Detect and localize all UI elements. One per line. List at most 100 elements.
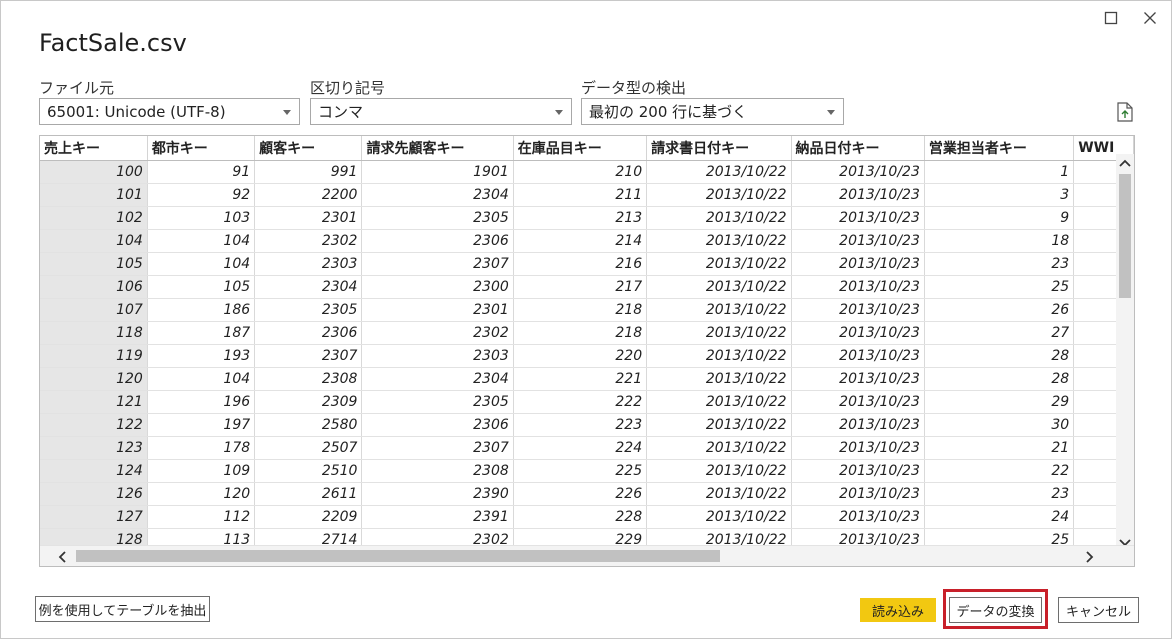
column-header[interactable]: 都市キー: [147, 136, 256, 161]
table-cell[interactable]: 2013/10/22: [646, 206, 792, 230]
table-cell[interactable]: 2301: [254, 206, 363, 230]
delimiter-select[interactable]: コンマ: [310, 98, 572, 125]
table-cell[interactable]: 228: [513, 505, 648, 529]
row-key-cell[interactable]: 120: [40, 367, 148, 391]
table-cell[interactable]: 211: [513, 183, 648, 207]
table-cell[interactable]: 2013/10/23: [791, 367, 925, 391]
table-cell[interactable]: 2304: [361, 367, 514, 391]
table-cell[interactable]: 216: [513, 252, 648, 276]
table-cell[interactable]: 2013/10/22: [646, 505, 792, 529]
table-cell[interactable]: 2013/10/22: [646, 413, 792, 437]
table-cell[interactable]: 28: [924, 344, 1075, 368]
table-cell[interactable]: 225: [513, 459, 648, 483]
table-cell[interactable]: 2391: [361, 505, 514, 529]
row-key-cell[interactable]: 126: [40, 482, 148, 506]
table-cell[interactable]: 213: [513, 206, 648, 230]
vertical-scrollbar[interactable]: [1116, 154, 1134, 550]
table-cell[interactable]: 104: [147, 229, 256, 253]
table-cell[interactable]: 2307: [254, 344, 363, 368]
row-key-cell[interactable]: 105: [40, 252, 148, 276]
table-cell[interactable]: 991: [254, 160, 363, 184]
table-cell[interactable]: 103: [147, 206, 256, 230]
table-cell[interactable]: 9: [924, 206, 1075, 230]
table-cell[interactable]: 3: [924, 183, 1075, 207]
column-header[interactable]: 在庫品目キー: [513, 136, 648, 161]
table-cell[interactable]: 217: [513, 275, 648, 299]
row-key-cell[interactable]: 118: [40, 321, 148, 345]
table-cell[interactable]: 2013/10/22: [646, 459, 792, 483]
table-cell[interactable]: 223: [513, 413, 648, 437]
table-cell[interactable]: 226: [513, 482, 648, 506]
table-cell[interactable]: 92: [147, 183, 256, 207]
table-cell[interactable]: 2013/10/22: [646, 482, 792, 506]
table-cell[interactable]: 26: [924, 298, 1075, 322]
table-cell[interactable]: 196: [147, 390, 256, 414]
data-type-detection-select[interactable]: 最初の 200 行に基づく: [581, 98, 844, 125]
column-header[interactable]: 売上キー: [40, 136, 148, 161]
table-cell[interactable]: 2013/10/23: [791, 160, 925, 184]
close-icon[interactable]: [1137, 7, 1163, 29]
table-cell[interactable]: 112: [147, 505, 256, 529]
row-key-cell[interactable]: 122: [40, 413, 148, 437]
table-cell[interactable]: 2302: [361, 321, 514, 345]
table-cell[interactable]: 29: [924, 390, 1075, 414]
table-cell[interactable]: 218: [513, 298, 648, 322]
table-cell[interactable]: 120: [147, 482, 256, 506]
table-cell[interactable]: 23: [924, 252, 1075, 276]
column-header[interactable]: 請求書日付キー: [646, 136, 792, 161]
table-cell[interactable]: 2013/10/23: [791, 505, 925, 529]
table-cell[interactable]: 2302: [254, 229, 363, 253]
table-cell[interactable]: 2013/10/23: [791, 436, 925, 460]
table-cell[interactable]: 21: [924, 436, 1075, 460]
row-key-cell[interactable]: 119: [40, 344, 148, 368]
vertical-scroll-thumb[interactable]: [1119, 174, 1131, 298]
table-cell[interactable]: 2305: [361, 206, 514, 230]
table-cell[interactable]: 1901: [361, 160, 514, 184]
table-cell[interactable]: 2013/10/22: [646, 390, 792, 414]
table-cell[interactable]: 2209: [254, 505, 363, 529]
table-cell[interactable]: 193: [147, 344, 256, 368]
table-cell[interactable]: 2307: [361, 252, 514, 276]
table-cell[interactable]: 2013/10/23: [791, 390, 925, 414]
table-cell[interactable]: 2306: [254, 321, 363, 345]
table-cell[interactable]: 2507: [254, 436, 363, 460]
row-key-cell[interactable]: 102: [40, 206, 148, 230]
table-cell[interactable]: 2013/10/23: [791, 252, 925, 276]
table-cell[interactable]: 2013/10/22: [646, 344, 792, 368]
table-cell[interactable]: 2304: [254, 275, 363, 299]
table-cell[interactable]: 91: [147, 160, 256, 184]
table-cell[interactable]: 2306: [361, 229, 514, 253]
table-cell[interactable]: 2013/10/22: [646, 298, 792, 322]
row-key-cell[interactable]: 104: [40, 229, 148, 253]
table-cell[interactable]: 178: [147, 436, 256, 460]
maximize-icon[interactable]: [1098, 7, 1124, 29]
extract-table-button[interactable]: 例を使用してテーブルを抽出: [35, 596, 210, 622]
table-cell[interactable]: 2013/10/22: [646, 183, 792, 207]
table-cell[interactable]: 105: [147, 275, 256, 299]
table-cell[interactable]: 2303: [361, 344, 514, 368]
table-cell[interactable]: 104: [147, 252, 256, 276]
table-cell[interactable]: 2013/10/22: [646, 160, 792, 184]
table-cell[interactable]: 2013/10/22: [646, 367, 792, 391]
table-cell[interactable]: 187: [147, 321, 256, 345]
cancel-button[interactable]: キャンセル: [1058, 597, 1139, 623]
table-cell[interactable]: 30: [924, 413, 1075, 437]
table-cell[interactable]: 2013/10/23: [791, 183, 925, 207]
table-cell[interactable]: 2013/10/22: [646, 275, 792, 299]
table-cell[interactable]: 2303: [254, 252, 363, 276]
table-cell[interactable]: 27: [924, 321, 1075, 345]
table-cell[interactable]: 1: [924, 160, 1075, 184]
row-key-cell[interactable]: 106: [40, 275, 148, 299]
horizontal-scrollbar[interactable]: [40, 545, 1134, 566]
row-key-cell[interactable]: 127: [40, 505, 148, 529]
row-key-cell[interactable]: 101: [40, 183, 148, 207]
table-cell[interactable]: 2013/10/23: [791, 413, 925, 437]
table-cell[interactable]: 28: [924, 367, 1075, 391]
row-key-cell[interactable]: 107: [40, 298, 148, 322]
scroll-up-icon[interactable]: [1118, 156, 1132, 170]
table-cell[interactable]: 221: [513, 367, 648, 391]
row-key-cell[interactable]: 100: [40, 160, 148, 184]
table-cell[interactable]: 2305: [254, 298, 363, 322]
table-cell[interactable]: 2013/10/23: [791, 344, 925, 368]
row-key-cell[interactable]: 121: [40, 390, 148, 414]
